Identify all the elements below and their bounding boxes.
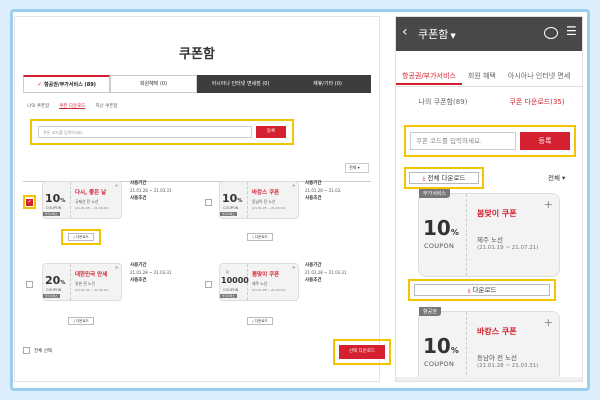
caret-down-icon: ▼ <box>450 32 456 40</box>
coupon-info: 사용기간 21.01.28 ~ 21.03.31 사용조건 <box>305 263 347 283</box>
download-button[interactable]: ⤓ 다운로드 <box>247 233 273 241</box>
mobile-tab-dutyfree[interactable]: 아시아나 인터넷 면세 <box>502 69 576 85</box>
mobile-tabs: 항공권/부가서비스 회원 혜택 아시아나 인터넷 면세 <box>396 69 582 85</box>
mobile-panel: ‹ 쿠폰함 ▼ ☰ 항공권/부가서비스 회원 혜택 아시아나 인터넷 면세 나의 … <box>395 16 583 382</box>
back-icon[interactable]: ‹ <box>402 24 408 40</box>
mobile-tab-airline[interactable]: 항공권/부가서비스 <box>396 69 462 85</box>
mobile-subtab-download[interactable]: 쿠폰 다운로드(35) <box>490 97 582 107</box>
mobile-download-highlight: ⤓ 다운로드 <box>408 279 556 301</box>
filter-select[interactable]: 전체 ▾ <box>345 163 369 173</box>
category-tabs: ✓ 항공권/부가서비스 (89) 회원혜택 (0) 아시아나 인터넷 면세점 (0… <box>23 75 371 93</box>
coupon-info: 사용기간 21.01.28 ~ 21.03.31 사용조건 <box>130 181 172 201</box>
mobile-code-input[interactable]: 쿠폰 코드를 입력하세요. <box>410 132 516 150</box>
coupon-info: 사용기간 21.01.28 ~ 21.03. 사용조건 <box>305 181 342 201</box>
mobile-subtabs: 나의 쿠폰함(89) 쿠폰 다운로드(35) <box>396 97 582 107</box>
register-button[interactable]: 등록 <box>256 126 286 138</box>
footer-row: 전체 선택 <box>23 347 371 354</box>
divider <box>396 86 582 87</box>
download-all-button[interactable]: ⤓ 전체 다운로드 <box>409 172 479 184</box>
bottom-bar <box>396 377 582 381</box>
subtab-download[interactable]: 쿠폰 다운로드 <box>59 103 85 109</box>
download-button[interactable]: ⤓ 다운로드 <box>68 233 94 241</box>
coupon-checkbox[interactable] <box>205 199 212 206</box>
select-all-label: 전체 선택 <box>34 348 52 354</box>
coupon-ticket: 20% COUPON 부가서비스 대한민국 만세 일본 전 노선 (21.01.… <box>42 263 122 301</box>
plus-icon[interactable]: + <box>115 183 119 189</box>
mobile-title[interactable]: 쿠폰함 ▼ <box>418 26 456 42</box>
subtab-past[interactable]: 지난 쿠폰함 <box>95 103 117 109</box>
plus-icon[interactable]: + <box>292 265 296 271</box>
plus-icon[interactable]: + <box>544 198 553 211</box>
coupon-checkbox[interactable] <box>205 281 212 288</box>
plus-icon[interactable]: + <box>115 265 119 271</box>
plus-icon[interactable]: + <box>292 183 296 189</box>
mobile-register-button[interactable]: 등록 <box>520 132 570 150</box>
mobile-download-button[interactable]: ⤓ 다운로드 <box>414 284 550 296</box>
coupon-code-box: 쿠폰 코드를 입력하세요. 등록 <box>30 119 294 145</box>
check-icon: ✓ <box>37 81 43 88</box>
mobile-coupon-card: 항공권 10% COUPON 바캉스 쿠폰 동남아 전 노선 (21.01.28… <box>418 307 560 381</box>
page-title: 쿠폰함 <box>179 47 215 62</box>
mobile-coupon-card: 부가서비스 10% COUPON 봄맞이 쿠폰 제주 노선 (21.01.19 … <box>418 189 560 277</box>
subtab-my-coupons[interactable]: 나의 쿠폰함 <box>27 103 49 109</box>
download-icon: ⤓ <box>467 286 471 294</box>
download-button[interactable]: ⤓ 다운로드 <box>68 317 94 325</box>
tab-partners[interactable]: 제휴/기타 (0) <box>284 75 371 93</box>
download-all-highlight: ⤓ 전체 다운로드 <box>404 167 484 189</box>
eye-icon[interactable] <box>544 27 558 39</box>
download-button[interactable]: ⤓ 다운로드 <box>247 317 273 325</box>
select-download-button[interactable]: 선택 다운로드 <box>339 345 385 359</box>
sub-tabs: 나의 쿠폰함 쿠폰 다운로드 지난 쿠폰함 <box>27 103 118 109</box>
download-icon: ⤓ <box>422 174 426 182</box>
mobile-header: ‹ 쿠폰함 ▼ ☰ <box>396 17 582 51</box>
coupon-ticket: 10% COUPON 부가서비스 다시, 좋은 날 국제선 전 노선 (21.0… <box>42 181 122 219</box>
coupon-checkbox[interactable] <box>26 199 33 206</box>
coupon-checkbox[interactable] <box>26 281 33 288</box>
desktop-panel: 쿠폰함 ✓ 항공권/부가서비스 (89) 회원혜택 (0) 아시아나 인터넷 면세… <box>14 16 391 382</box>
coupon-code-input[interactable]: 쿠폰 코드를 입력하세요. <box>38 126 252 138</box>
mobile-code-box: 쿠폰 코드를 입력하세요. 등록 <box>404 125 576 157</box>
coupon-ticket: 원 10000 COUPON 부가서비스 봄맞이 쿠폰 제주 노선 (21.01… <box>219 263 299 301</box>
menu-icon[interactable]: ☰ <box>566 25 577 37</box>
mobile-tab-member[interactable]: 회원 혜택 <box>462 69 502 85</box>
select-all-checkbox[interactable] <box>23 347 30 354</box>
plus-icon[interactable]: + <box>544 316 553 329</box>
tab-airline-services[interactable]: ✓ 항공권/부가서비스 (89) <box>23 75 110 93</box>
mobile-filter[interactable]: 전체 ▾ <box>548 172 565 182</box>
select-download-highlight: 선택 다운로드 <box>333 339 391 365</box>
coupon-ticket: 10% COUPON 부가서비스 바캉스 쿠폰 동남아 전 노선 (21.01.… <box>219 181 299 219</box>
coupon-info: 사용기간 21.01.28 ~ 21.03.31 사용조건 <box>130 263 172 283</box>
tab-duty-free[interactable]: 아시아나 인터넷 면세점 (0) <box>197 75 284 93</box>
mobile-subtab-my[interactable]: 나의 쿠폰함(89) <box>396 97 490 107</box>
tab-member-benefits[interactable]: 회원혜택 (0) <box>110 75 197 93</box>
